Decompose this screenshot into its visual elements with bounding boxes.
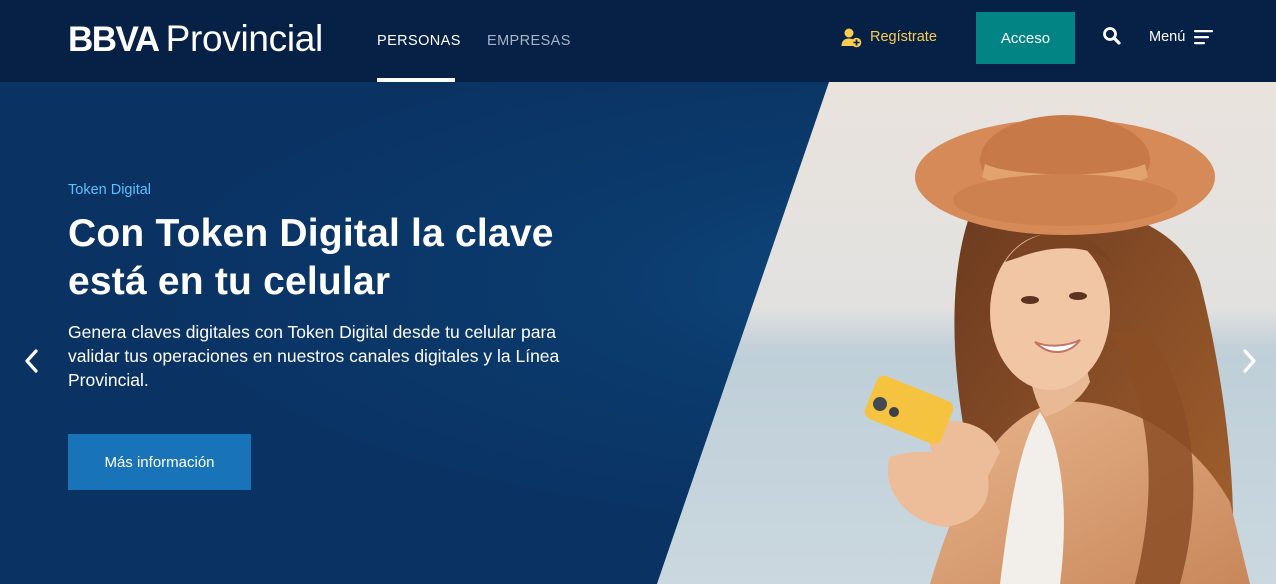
menu-label: Menú <box>1149 29 1186 45</box>
search-button[interactable] <box>1102 26 1122 46</box>
search-icon <box>1103 27 1121 45</box>
logo-regular-text: Provincial <box>165 18 324 59</box>
carousel-prev-button[interactable] <box>20 346 44 376</box>
logo-bold-text: BBVA <box>68 20 160 59</box>
menu-icon <box>1194 30 1214 45</box>
add-user-icon <box>841 28 862 47</box>
chevron-left-icon <box>25 349 38 373</box>
more-info-label: Más información <box>104 453 215 471</box>
register-link[interactable]: Regístrate <box>841 26 937 48</box>
hero-banner: Token Digital Con Token Digital la clave… <box>0 82 1276 584</box>
access-label: Acceso <box>1000 29 1051 47</box>
chevron-right-icon <box>1243 349 1256 373</box>
menu-button[interactable]: Menú <box>1149 26 1214 48</box>
tab-empresas[interactable]: EMPRESAS <box>487 0 571 82</box>
carousel-next-button[interactable] <box>1237 346 1261 376</box>
register-label: Regístrate <box>870 29 937 45</box>
tab-personas[interactable]: PERSONAS <box>377 0 460 82</box>
hero-description: Genera claves digitales con Token Digita… <box>68 322 560 390</box>
more-info-button[interactable]: Más información <box>68 434 251 490</box>
top-navigation: BBVA Provincial PERSONAS EMPRESAS Regíst… <box>0 0 1276 82</box>
tab-personas-label: PERSONAS <box>377 33 461 49</box>
tab-empresas-label: EMPRESAS <box>487 33 571 49</box>
hero-headline: Con Token Digital la clave está en tu ce… <box>68 212 554 303</box>
hero-eyebrow: Token Digital <box>68 182 152 198</box>
bbva-provincial-logo[interactable]: BBVA Provincial <box>68 18 324 59</box>
access-button[interactable]: Acceso <box>976 12 1075 64</box>
